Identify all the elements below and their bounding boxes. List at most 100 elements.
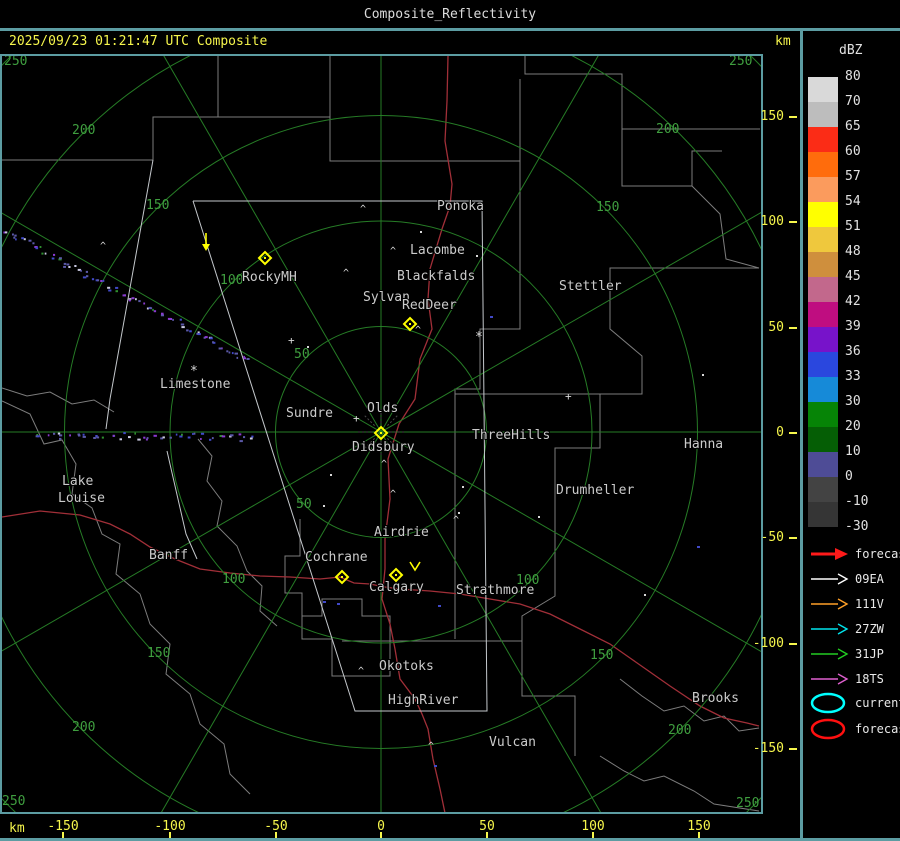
- city-label: Ponoka: [437, 199, 484, 214]
- bottom-axis-tick-label: -50: [264, 819, 288, 834]
- echo-speckle: [192, 433, 194, 435]
- echo-speckle: [146, 437, 149, 440]
- range-ring-label: 150: [146, 198, 169, 213]
- city-label: Airdrie: [374, 525, 429, 540]
- echo-speckle: [82, 435, 86, 438]
- dbz-scale-value: 36: [845, 344, 861, 359]
- echo-speckle: [243, 357, 246, 360]
- bottom-axis-tick-label: -150: [47, 819, 79, 834]
- legend-row-27zw: 27ZW: [809, 619, 884, 639]
- echo-speckle: [35, 247, 39, 250]
- echo-speckle: [82, 433, 85, 436]
- echo-speckle: [107, 286, 111, 289]
- city-label: Olds: [367, 401, 398, 416]
- dbz-swatch: [808, 402, 838, 427]
- echo-speckle: [137, 438, 141, 441]
- window-title: Composite_Reflectivity: [363, 6, 537, 22]
- ellipse-shape: [810, 718, 846, 740]
- echo-speckle: [243, 436, 246, 439]
- echo-speckle: [179, 435, 183, 438]
- ellipse-shape: [810, 692, 846, 714]
- town-star-symbol: *: [190, 364, 198, 379]
- bottom-axis-tick-label: 100: [581, 819, 605, 834]
- legend-label: 31JP: [855, 647, 884, 661]
- diamond-center-dot: [264, 257, 266, 259]
- dbz-swatch: [808, 227, 838, 252]
- town-star-symbol: *: [475, 330, 483, 345]
- echo-speckle: [200, 432, 205, 435]
- echo-speckle: [53, 253, 56, 256]
- dbz-scale-value: 45: [845, 269, 861, 284]
- legend-row-111v: 111V: [809, 594, 884, 614]
- echo-speckle: [53, 432, 56, 435]
- dbz-scale-value: 65: [845, 119, 861, 134]
- city-label: Didsbury: [352, 440, 415, 455]
- echo-speckle: [153, 434, 157, 437]
- right-axis-tick: [789, 643, 797, 645]
- echo-speckle: [161, 312, 164, 315]
- echo-speckle: [32, 242, 35, 245]
- echo-speckle: [226, 350, 229, 353]
- range-ring-label: 100: [222, 572, 245, 587]
- echo-speckle: [59, 437, 62, 440]
- town-plus-symbol: +: [565, 390, 572, 403]
- track-arrow-icon: [811, 598, 849, 610]
- town-dot-symbol: [476, 255, 478, 257]
- county-boundary-line: [621, 129, 722, 187]
- arrow-head: [837, 673, 849, 685]
- echo-speckle: [204, 336, 208, 339]
- bottom-axis-tick-label: 150: [687, 819, 711, 834]
- echo-speckle: [128, 436, 131, 439]
- legend-label: 27ZW: [855, 622, 884, 636]
- range-ring-label: 50: [296, 497, 312, 512]
- county-boundary-line: [1, 400, 251, 795]
- town-caret-symbol: ^: [100, 241, 106, 252]
- echo-speckle: [4, 231, 8, 234]
- echo-speckle: [86, 275, 89, 278]
- track-arrow-icon: [811, 548, 848, 560]
- town-dot-symbol: [458, 512, 460, 514]
- echo-speckle: [246, 358, 250, 360]
- dbz-swatch: [808, 127, 838, 152]
- sidebar-panel: dBZ 80 70 65 60 57 54 51 48 45 42 39 36 33 30 20 10 0 -10…: [800, 31, 900, 838]
- dbz-swatch: [808, 152, 838, 177]
- town-dot-symbol: [644, 594, 646, 596]
- diamond-center-dot: [409, 323, 411, 325]
- echo-speckle: [131, 297, 135, 300]
- town-caret-symbol: ^: [415, 325, 421, 336]
- dbz-scale-value: 70: [845, 94, 861, 109]
- echo-speckle: [97, 279, 100, 282]
- echo-speckle: [187, 436, 191, 439]
- range-ring-label: 150: [147, 646, 170, 661]
- echo-speckle: [218, 347, 222, 350]
- range-ring-label: 200: [668, 723, 691, 738]
- echo-speckle: [39, 246, 42, 248]
- city-label: Vulcan: [489, 735, 536, 750]
- legend-label: forecast: [855, 722, 900, 736]
- dbz-swatch: [808, 202, 838, 227]
- county-boundary-line: [524, 56, 760, 130]
- echo-speckle: [69, 434, 71, 437]
- legend-label: 111V: [855, 597, 884, 611]
- arrow-head: [835, 548, 848, 560]
- echo-speckle: [28, 239, 32, 242]
- echo-speckle: [115, 290, 118, 293]
- dbz-swatch: [808, 252, 838, 277]
- echo-speckle: [138, 300, 141, 303]
- range-ring-label: 250: [729, 56, 752, 69]
- radar-map-canvas: 2502001501005050100150200250150200250100…: [0, 0, 900, 841]
- dbz-scale-value: 30: [845, 394, 861, 409]
- range-ring-label: 250: [4, 56, 27, 69]
- range-ring-label: 100: [220, 273, 243, 288]
- dbz-scale-value: 51: [845, 219, 861, 234]
- legend-row-18ts: 18TS: [809, 669, 884, 689]
- county-boundary-line: [600, 267, 759, 395]
- bottom-axis-tick-label: 50: [479, 819, 495, 834]
- town-caret-symbol: ^: [390, 489, 396, 500]
- echo-speckle: [63, 262, 67, 265]
- echo-speckle: [96, 436, 100, 439]
- legend-row-09ea: 09EA: [809, 569, 884, 589]
- echo-speckle: [13, 236, 16, 239]
- echo-speckle: [51, 257, 55, 260]
- echo-speckle: [153, 310, 157, 313]
